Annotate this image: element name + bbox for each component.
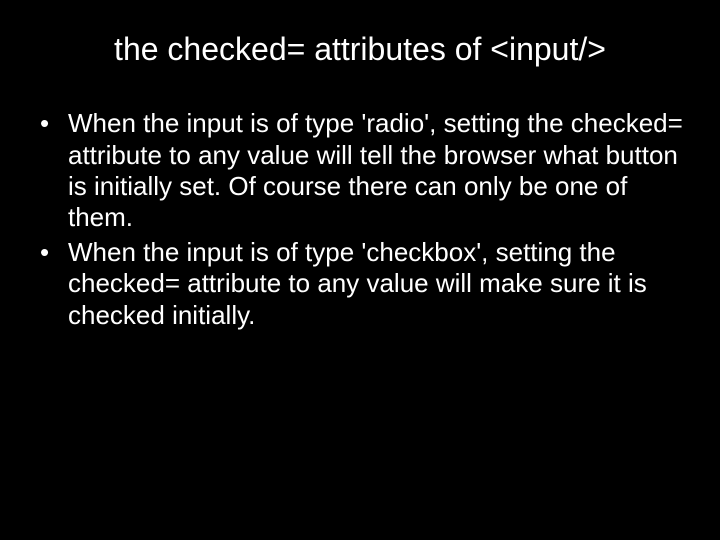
bullet-text: When the input is of type 'radio', setti… — [68, 108, 690, 233]
slide-body: • When the input is of type 'radio', set… — [30, 108, 690, 330]
bullet-item: • When the input is of type 'radio', set… — [40, 108, 690, 233]
bullet-item: • When the input is of type 'checkbox', … — [40, 237, 690, 331]
slide: the checked= attributes of <input/> • Wh… — [0, 0, 720, 540]
slide-title: the checked= attributes of <input/> — [30, 30, 690, 68]
bullet-text: When the input is of type 'checkbox', se… — [68, 237, 690, 331]
bullet-marker-icon: • — [40, 108, 68, 139]
bullet-marker-icon: • — [40, 237, 68, 268]
